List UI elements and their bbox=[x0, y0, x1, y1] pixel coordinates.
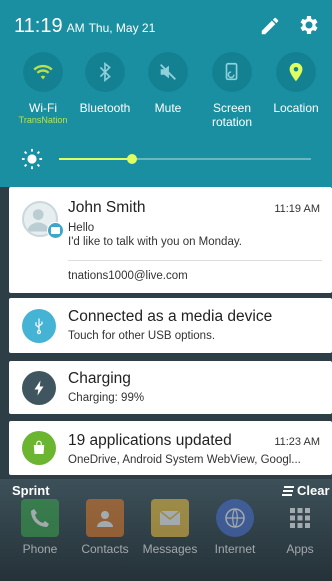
toggle-wifi-network: TransNation bbox=[18, 115, 68, 125]
dock-app-messages[interactable]: Messages bbox=[140, 499, 200, 556]
dock-app-contacts[interactable]: Contacts bbox=[75, 499, 135, 556]
toggle-bluetooth-label: Bluetooth bbox=[79, 101, 131, 115]
dock-app-apps[interactable]: Apps bbox=[270, 499, 330, 556]
notification-line1: OneDrive, Android System WebView, Googl.… bbox=[68, 454, 301, 466]
usb-icon bbox=[35, 318, 43, 335]
dock-app-label: Internet bbox=[214, 542, 256, 556]
toggle-bluetooth-circle bbox=[85, 52, 125, 92]
phone-icon bbox=[21, 499, 59, 537]
store-update-icon-circle bbox=[22, 431, 56, 465]
clock-time: 11:19 bbox=[14, 15, 63, 37]
notification-time: 11:23 AM bbox=[274, 436, 320, 448]
dock-app-label: Messages bbox=[142, 542, 198, 556]
quick-settings-panel: 11:19 AM Thu, May 21 Wi-Fi TransNation B… bbox=[0, 0, 332, 187]
lightning-icon bbox=[34, 380, 44, 396]
notification-title: 19 applications updated bbox=[68, 432, 232, 449]
usb-icon-circle bbox=[22, 309, 56, 343]
toggle-bluetooth[interactable]: Bluetooth bbox=[70, 52, 140, 115]
toggle-location-label: Location bbox=[273, 101, 319, 115]
brightness-fill bbox=[59, 158, 133, 160]
notification-title: Connected as a media device bbox=[68, 308, 273, 325]
notification-time: 11:19 AM bbox=[274, 203, 320, 215]
apps-grid-icon bbox=[281, 499, 319, 537]
clear-all-button[interactable]: Clear bbox=[282, 483, 330, 498]
toggle-wifi-label: Wi-Fi bbox=[29, 101, 57, 115]
brightness-icon bbox=[21, 148, 43, 170]
store-update-icon bbox=[33, 440, 45, 454]
notification-title: Charging bbox=[68, 370, 131, 387]
settings-gear-icon[interactable] bbox=[296, 13, 320, 37]
divider bbox=[68, 260, 322, 261]
carrier-label: Sprint bbox=[12, 483, 50, 498]
notification-usb[interactable]: Connected as a media device Touch for ot… bbox=[9, 298, 332, 353]
notification-account: tnations1000@live.com bbox=[68, 270, 188, 282]
clock-ampm: AM bbox=[66, 21, 85, 35]
toggle-mute-circle bbox=[148, 52, 188, 92]
notification-line1: Touch for other USB options. bbox=[68, 330, 216, 342]
status-date: Thu, May 21 bbox=[88, 21, 156, 35]
notification-line2: I'd like to talk with you on Monday. bbox=[68, 236, 242, 248]
dock-app-label: Contacts bbox=[81, 542, 129, 556]
messages-icon bbox=[151, 499, 189, 537]
toggle-wifi-circle bbox=[23, 52, 63, 92]
notification-title: John Smith bbox=[68, 199, 146, 216]
message-badge-icon bbox=[47, 222, 64, 239]
notification-line1: Charging: 99% bbox=[68, 392, 145, 404]
mute-icon bbox=[160, 64, 176, 80]
edit-pencil-icon[interactable] bbox=[259, 15, 281, 37]
toggle-rotation-circle bbox=[212, 52, 252, 92]
toggle-screen-rotation[interactable]: Screen rotation bbox=[197, 52, 267, 129]
lightning-icon-circle bbox=[22, 371, 56, 405]
toggle-mute[interactable]: Mute bbox=[133, 52, 203, 115]
dock-app-phone[interactable]: Phone bbox=[10, 499, 70, 556]
toggle-location-circle bbox=[276, 52, 316, 92]
toggle-location[interactable]: Location bbox=[261, 52, 331, 115]
location-icon bbox=[289, 62, 303, 82]
notification-message[interactable]: John Smith 11:19 AM Hello I'd like to ta… bbox=[9, 187, 332, 293]
internet-icon bbox=[216, 499, 254, 537]
notification-apps-updated[interactable]: 19 applications updated 11:23 AM OneDriv… bbox=[9, 421, 332, 475]
dock-app-internet[interactable]: Internet bbox=[205, 499, 265, 556]
notification-charging[interactable]: Charging Charging: 99% bbox=[9, 361, 332, 414]
status-bar: 11:19 AM Thu, May 21 bbox=[14, 15, 155, 38]
bluetooth-icon bbox=[99, 62, 111, 82]
wifi-icon bbox=[33, 64, 53, 80]
toggle-mute-label: Mute bbox=[154, 101, 182, 115]
screen-rotation-icon bbox=[225, 62, 238, 81]
toggle-wifi[interactable]: Wi-Fi TransNation bbox=[8, 52, 78, 126]
clear-all-label: Clear bbox=[297, 483, 330, 498]
dock-app-label: Apps bbox=[286, 542, 314, 556]
dock-app-label: Phone bbox=[22, 542, 58, 556]
toggle-rotation-label: Screen rotation bbox=[211, 101, 253, 129]
brightness-slider[interactable] bbox=[59, 154, 311, 164]
notification-line1: Hello bbox=[68, 222, 95, 234]
contacts-icon bbox=[86, 499, 124, 537]
clear-all-icon bbox=[282, 485, 294, 496]
brightness-thumb[interactable] bbox=[127, 154, 138, 164]
